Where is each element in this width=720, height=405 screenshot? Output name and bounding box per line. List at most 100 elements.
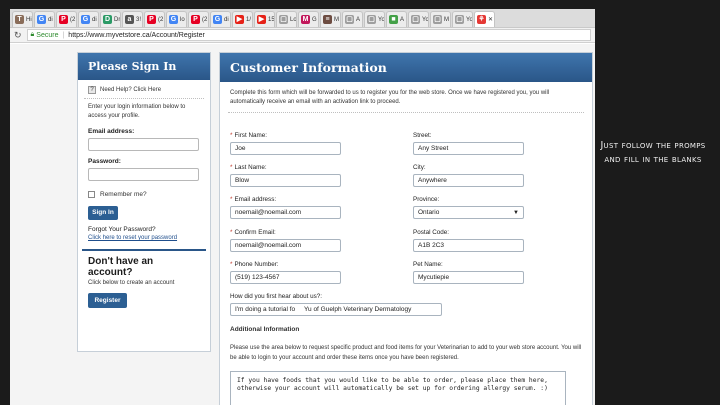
help-icon: ?: [88, 86, 96, 94]
url-separator: |: [62, 31, 65, 39]
tab-favicon-icon: T: [15, 15, 24, 24]
tab-label: Yo: [422, 16, 429, 23]
reset-password-link[interactable]: Click here to reset your password: [78, 235, 210, 241]
divider: [228, 112, 584, 113]
email-input[interactable]: noemail@noemail.com: [230, 206, 341, 219]
province-select[interactable]: Ontario ▼: [413, 206, 524, 219]
browser-tab[interactable]: ▢ Yo: [452, 11, 473, 27]
sign-in-button[interactable]: Sign In: [88, 206, 118, 220]
browser-tab[interactable]: ▶ 15: [254, 11, 275, 27]
tab-favicon-icon: ▢: [367, 15, 376, 24]
tab-favicon-icon: ▶: [235, 15, 244, 24]
tab-favicon-icon: D: [103, 15, 112, 24]
help-link[interactable]: ? Need Help? Click Here: [88, 86, 200, 94]
slide-caption: Just follow the promps and fill in the b…: [600, 140, 706, 165]
tab-label: G: [312, 16, 317, 23]
confirm-email-input[interactable]: noemail@noemail.com: [230, 239, 341, 252]
signin-email-field[interactable]: [88, 138, 199, 151]
no-account-subtitle: Click below to create an account: [88, 280, 175, 286]
browser-tab[interactable]: P (2: [56, 11, 77, 27]
browser-tab[interactable]: ▢ Lo: [276, 11, 297, 27]
heard-about-label: How did you first hear about us?:: [230, 293, 323, 300]
tab-label: (2: [70, 16, 76, 23]
browser-tab[interactable]: ▢ M: [430, 11, 451, 27]
sign-in-panel: Please Sign In ? Need Help? Click Here E…: [77, 52, 211, 352]
province-field: Province: Ontario ▼: [413, 196, 524, 219]
browser-tab[interactable]: ▢ Yo: [364, 11, 385, 27]
tab-favicon-icon: ▢: [345, 15, 354, 24]
first-name-field: * First Name: Joe: [230, 132, 341, 155]
street-input[interactable]: Any Street: [413, 142, 524, 155]
tab-favicon-icon: ▢: [455, 15, 464, 24]
tab-label: (2: [158, 16, 164, 23]
browser-tab[interactable]: Gdi: [210, 11, 231, 27]
heard-about-input[interactable]: I'm doing a tutorial fo Yu of Guelph Vet…: [230, 303, 442, 316]
signin-password-field[interactable]: [88, 168, 199, 181]
province-value: Ontario: [418, 209, 440, 216]
sign-in-title: Please Sign In: [78, 53, 210, 80]
url-text[interactable]: https://www.myvetstore.ca/Account/Regist…: [68, 32, 205, 39]
tab-label: di: [92, 16, 97, 23]
login-instructions: Enter your login information below to ac…: [88, 104, 186, 119]
browser-tab[interactable]: P (2: [144, 11, 165, 27]
remember-me[interactable]: Remember me?: [88, 191, 200, 198]
pet-name-input[interactable]: Mycutiepie: [413, 271, 524, 284]
register-button[interactable]: Register: [88, 293, 127, 308]
confirm-email-label: * Confirm Email:: [230, 229, 276, 236]
street-field: Street: Any Street: [413, 132, 524, 155]
city-field: City: Anywhere: [413, 164, 524, 187]
tab-favicon-icon: ▶: [257, 15, 266, 24]
tab-favicon-icon: G: [213, 15, 222, 24]
help-label: Need Help? Click Here: [100, 87, 162, 93]
browser-tab[interactable]: Gdi: [78, 11, 99, 27]
postal-code-label: Postal Code:: [413, 229, 450, 236]
browser-tab[interactable]: T Hi: [12, 11, 33, 27]
secure-label: Secure: [36, 31, 59, 39]
browser-tab[interactable]: Glo: [166, 11, 187, 27]
tab-favicon-icon: P: [59, 15, 68, 24]
customer-information-panel: Customer Information Complete this form …: [219, 52, 593, 405]
browser-tab[interactable]: P (2: [188, 11, 209, 27]
tab-favicon-icon: ■: [389, 15, 398, 24]
browser-tab[interactable]: D Dr: [100, 11, 121, 27]
postal-code-input[interactable]: A1B 2C3: [413, 239, 524, 252]
tab-favicon-icon: ▢: [279, 15, 288, 24]
city-input[interactable]: Anywhere: [413, 174, 524, 187]
first-name-input[interactable]: Joe: [230, 142, 341, 155]
no-account-title: Don't have an account?: [88, 256, 154, 278]
lock-icon: 🔒︎: [30, 31, 35, 38]
tab-favicon-icon: P: [191, 15, 200, 24]
phone-label: * Phone Number:: [230, 261, 279, 268]
tab-favicon-icon: G: [81, 15, 90, 24]
browser-tab[interactable]: ≡ M: [320, 11, 341, 27]
phone-input[interactable]: (519) 123-4567: [230, 271, 341, 284]
tab-label: di: [48, 16, 53, 23]
browser-tab[interactable]: ▶ 1/: [232, 11, 253, 27]
browser-tab[interactable]: ⚘ ✕: [474, 11, 495, 27]
pet-name-label: Pet Name:: [413, 261, 443, 268]
web-page: Please Sign In ? Need Help? Click Here E…: [10, 44, 595, 405]
browser-tab[interactable]: MG: [298, 11, 319, 27]
tab-strip: T Hi Gdi P (2 Gdi D Dr a 3! P (2 Glo P (2 Gdi ▶ 1/▶ 15 ▢ Lo M…: [10, 9, 595, 28]
confirm-email-field: * Confirm Email: noemail@noemail.com: [230, 229, 341, 252]
browser-window: T Hi Gdi P (2 Gdi D Dr a 3! P (2 Glo P (2 Gdi ▶ 1/▶ 15 ▢ Lo M…: [10, 9, 595, 405]
email-label: Email address:: [88, 128, 135, 135]
tab-favicon-icon: P: [147, 15, 156, 24]
tab-label: 1/: [246, 16, 252, 23]
last-name-input[interactable]: Blow: [230, 174, 341, 187]
tab-label: A: [400, 16, 405, 23]
browser-tab[interactable]: ▢ Yo: [408, 11, 429, 27]
browser-tab[interactable]: ■ A: [386, 11, 407, 27]
tab-label: Yo: [466, 16, 473, 23]
browser-tab[interactable]: a 3!: [122, 11, 143, 27]
browser-tab[interactable]: ▢ A: [342, 11, 363, 27]
requests-textarea[interactable]: If you have foods that you would like to…: [230, 371, 566, 405]
url-field[interactable]: 🔒︎ Secure | https://www.myvetstore.ca/Ac…: [26, 29, 591, 41]
tab-favicon-icon: ▢: [411, 15, 420, 24]
divider: [84, 98, 204, 99]
tab-label: ✕: [488, 17, 494, 23]
reload-icon[interactable]: ↻: [14, 30, 22, 41]
remember-checkbox[interactable]: [88, 191, 95, 198]
browser-tab[interactable]: Gdi: [34, 11, 55, 27]
tab-label: Yo: [378, 16, 385, 23]
